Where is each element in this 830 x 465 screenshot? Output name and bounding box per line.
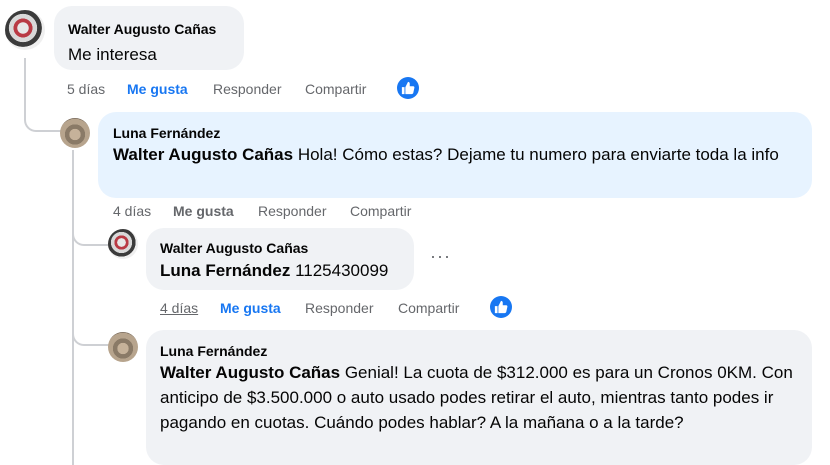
comment-bubble: Luna Fernández Walter Augusto Cañas Hola… bbox=[98, 112, 812, 198]
comment-author[interactable]: Luna Fernández bbox=[113, 125, 220, 141]
avatar[interactable] bbox=[5, 10, 45, 50]
thumbs-up-icon[interactable] bbox=[490, 296, 512, 318]
comment-text: Walter Augusto Cañas Hola! Cómo estas? D… bbox=[113, 142, 803, 167]
comment-text: Luna Fernández 1125430099 bbox=[160, 258, 388, 283]
like-button[interactable]: Me gusta bbox=[127, 81, 188, 97]
thread-connector-3 bbox=[72, 322, 110, 346]
comment-body: Hola! Cómo estas? Dejame tu numero para … bbox=[293, 145, 779, 164]
reply-button[interactable]: Responder bbox=[258, 203, 327, 219]
comment-bubble: Walter Augusto Cañas Luna Fernández 1125… bbox=[146, 228, 414, 290]
comment-actions: 4 días Me gusta Responder Compartir bbox=[160, 300, 480, 318]
timestamp[interactable]: 5 días bbox=[67, 81, 105, 97]
comment-bubble: Walter Augusto Cañas Me interesa bbox=[54, 6, 244, 70]
timestamp[interactable]: 4 días bbox=[113, 203, 151, 219]
comment-actions: 5 días Me gusta Responder Compartir bbox=[67, 81, 387, 99]
comment-actions: 4 días Me gusta Responder Compartir bbox=[113, 203, 433, 221]
timestamp[interactable]: 4 días bbox=[160, 300, 198, 316]
mention-link[interactable]: Walter Augusto Cañas bbox=[160, 363, 340, 382]
comment-author[interactable]: Walter Augusto Cañas bbox=[68, 21, 216, 37]
comment-text: Me interesa bbox=[68, 45, 157, 64]
mention-link[interactable]: Walter Augusto Cañas bbox=[113, 145, 293, 164]
comment-author[interactable]: Luna Fernández bbox=[160, 343, 267, 359]
comment-body: 1125430099 bbox=[290, 261, 389, 280]
comment-author[interactable]: Walter Augusto Cañas bbox=[160, 240, 308, 256]
thread-connector-1 bbox=[24, 100, 64, 132]
like-button[interactable]: Me gusta bbox=[220, 300, 281, 316]
share-button[interactable]: Compartir bbox=[398, 300, 459, 316]
reply-button[interactable]: Responder bbox=[213, 81, 282, 97]
thumbs-up-icon[interactable] bbox=[397, 77, 419, 99]
avatar[interactable] bbox=[108, 229, 138, 259]
thread-line-sub bbox=[72, 150, 74, 465]
comment-bubble: Luna Fernández Walter Augusto Cañas Geni… bbox=[146, 330, 812, 465]
mention-link[interactable]: Luna Fernández bbox=[160, 261, 290, 280]
avatar[interactable] bbox=[108, 332, 138, 362]
share-button[interactable]: Compartir bbox=[305, 81, 366, 97]
share-button[interactable]: Compartir bbox=[350, 203, 411, 219]
more-options-icon[interactable]: ··· bbox=[430, 246, 451, 267]
comment-text: Walter Augusto Cañas Genial! La cuota de… bbox=[160, 360, 800, 435]
like-button[interactable]: Me gusta bbox=[173, 203, 234, 219]
avatar[interactable] bbox=[60, 118, 90, 148]
thread-connector-2 bbox=[72, 222, 110, 246]
reply-button[interactable]: Responder bbox=[305, 300, 374, 316]
